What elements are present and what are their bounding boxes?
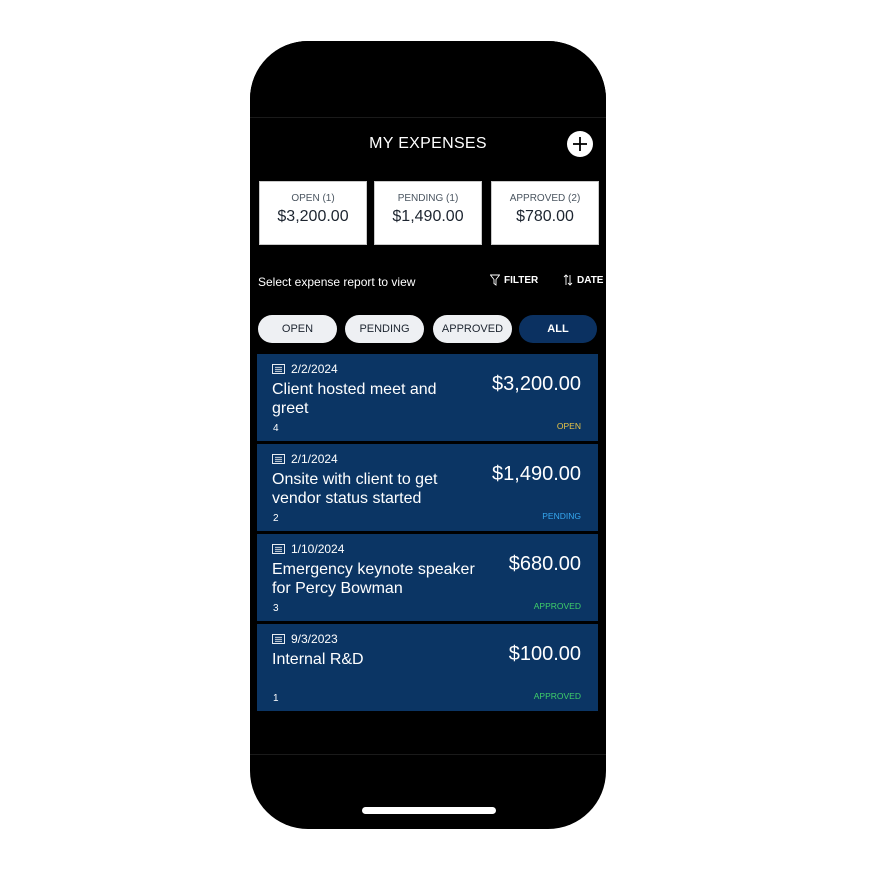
expense-report-card[interactable]: 2/2/2024 Client hosted meet and greet 4 … [257,354,598,441]
filter-label: FILTER [504,274,539,286]
report-amount: $3,200.00 [492,373,581,395]
sort-arrows-icon [563,274,573,286]
sort-date-button[interactable]: DATE [563,274,603,286]
home-indicator [362,807,496,814]
summary-card-open[interactable]: OPEN (1) $3,200.00 [259,181,367,245]
status-badge: APPROVED [533,691,581,701]
instruction-text: Select expense report to view [258,275,416,289]
tab-approved[interactable]: APPROVED [433,315,512,343]
report-item-count: 4 [273,423,279,434]
tab-all[interactable]: ALL [519,315,597,343]
plus-circle-icon [573,137,587,151]
report-date: 2/1/2024 [291,452,338,466]
status-badge: APPROVED [533,601,581,611]
report-icon [272,364,285,374]
report-title: Onsite with client to get vendor status … [272,471,438,507]
summary-label: OPEN (1) [291,193,335,204]
funnel-icon [490,274,500,286]
report-amount: $680.00 [508,553,581,575]
summary-amount: $780.00 [516,208,574,225]
report-amount: $100.00 [508,643,581,665]
app-screen: MY EXPENSES OPEN (1) $3,200.00 PENDING (… [250,117,606,755]
summary-amount: $3,200.00 [277,208,349,225]
report-date: 2/2/2024 [291,362,338,376]
summary-card-approved[interactable]: APPROVED (2) $780.00 [491,181,599,245]
report-item-count: 2 [273,513,279,524]
tab-open[interactable]: OPEN [258,315,337,343]
expense-report-card[interactable]: 9/3/2023 Internal R&D 1 $100.00 APPROVED [257,624,598,711]
expense-report-card[interactable]: 1/10/2024 Emergency keynote speaker for … [257,534,598,621]
phone-frame: MY EXPENSES OPEN (1) $3,200.00 PENDING (… [250,41,606,829]
report-item-count: 1 [273,693,279,704]
sort-label: DATE [577,274,604,286]
status-badge: OPEN [556,421,581,431]
expense-report-card[interactable]: 2/1/2024 Onsite with client to get vendo… [257,444,598,531]
report-date: 9/3/2023 [291,632,338,646]
report-title: Client hosted meet and greet [272,381,437,417]
page-title: MY EXPENSES [369,135,487,152]
tab-pending[interactable]: PENDING [345,315,424,343]
add-expense-button[interactable] [567,131,593,157]
status-bar [250,41,606,117]
report-icon [272,544,285,554]
report-item-count: 3 [273,603,279,614]
report-icon [272,634,285,644]
filter-button[interactable]: FILTER [490,274,538,286]
report-amount: $1,490.00 [492,463,581,485]
report-icon [272,454,285,464]
summary-label: APPROVED (2) [509,193,581,204]
summary-card-pending[interactable]: PENDING (1) $1,490.00 [374,181,482,245]
summary-amount: $1,490.00 [392,208,464,225]
status-badge: PENDING [542,511,581,521]
report-title: Emergency keynote speaker for Percy Bowm… [272,561,475,597]
report-date: 1/10/2024 [291,542,345,556]
report-title: Internal R&D [272,651,364,668]
summary-label: PENDING (1) [397,193,459,204]
